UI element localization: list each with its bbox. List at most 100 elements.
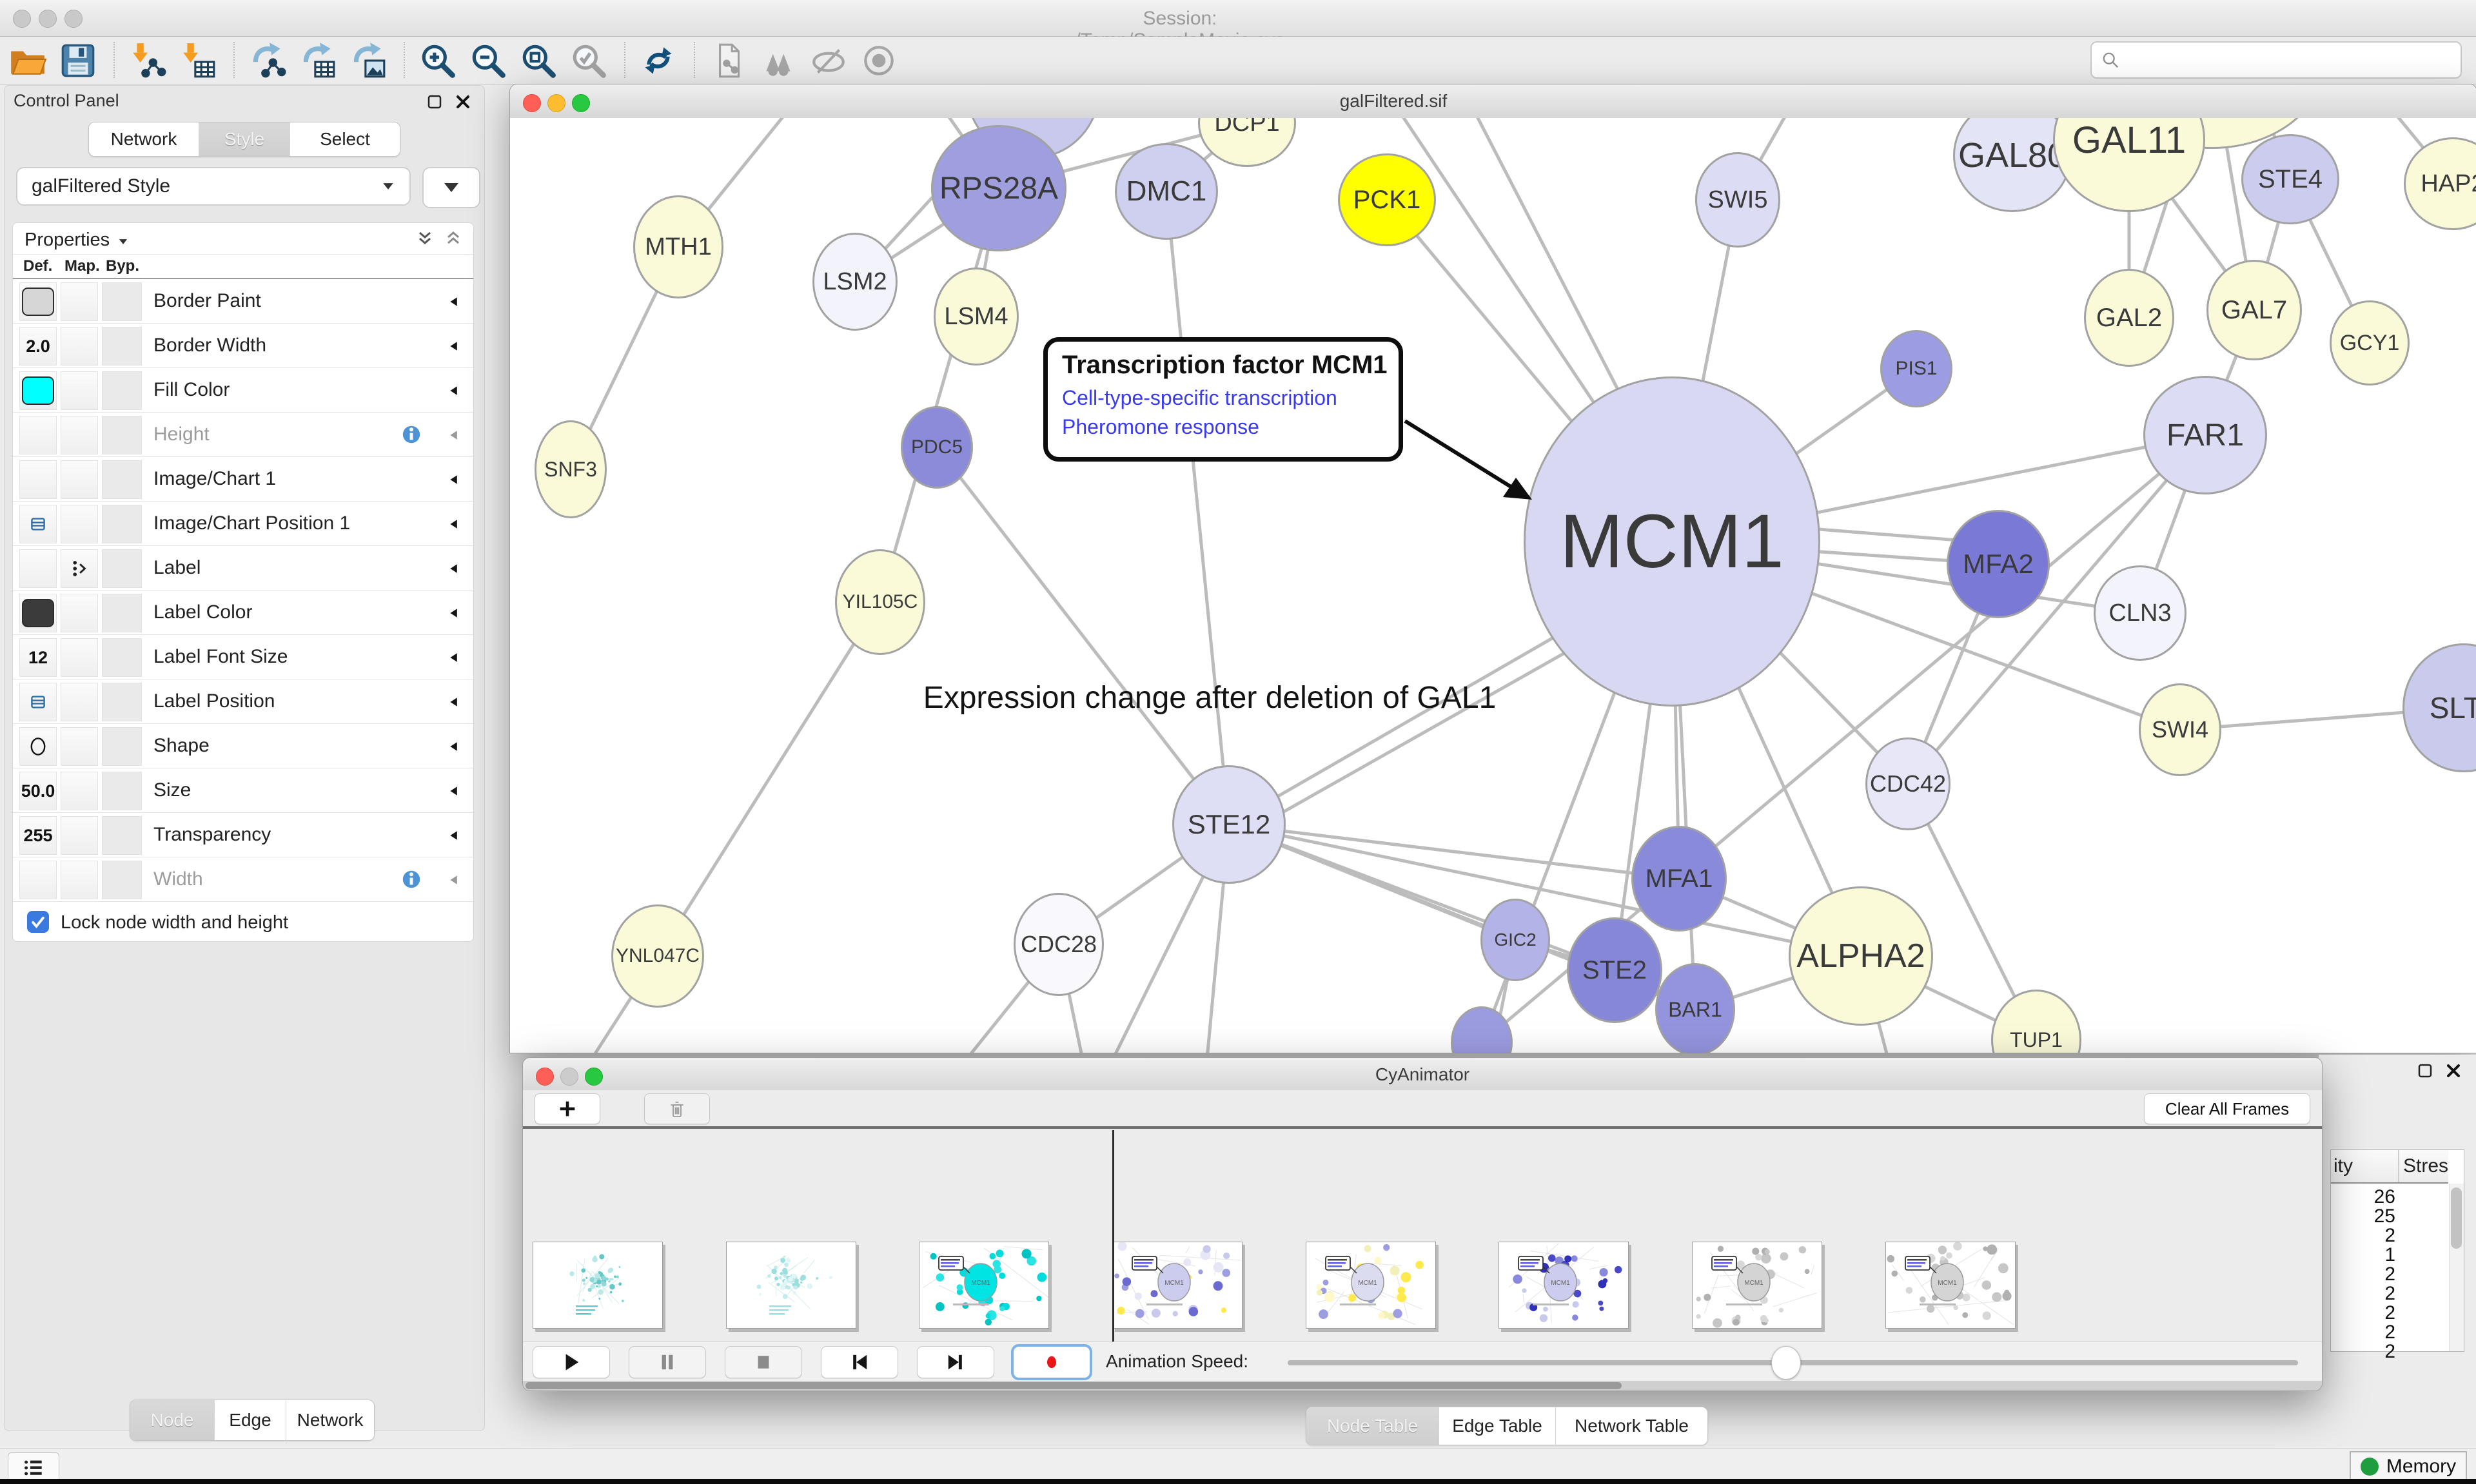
network-node-PCK1[interactable]: PCK1 (1338, 153, 1436, 246)
table-row[interactable]: 2 (2331, 1283, 2395, 1302)
network-node-GCY1[interactable]: GCY1 (2330, 300, 2410, 386)
network-node-DMC1[interactable]: DMC1 (1115, 143, 1218, 240)
style-selector[interactable]: galFiltered Style (16, 167, 411, 206)
network-node-YIL105C[interactable]: YIL105C (835, 549, 925, 655)
close-panel-icon[interactable] (2444, 1061, 2463, 1080)
network-node-RPS28A[interactable]: RPS28A (931, 125, 1066, 251)
tab-edge[interactable]: Edge (215, 1400, 286, 1440)
apply-layout-button[interactable] (638, 41, 678, 81)
network-node-CDC28[interactable]: CDC28 (1014, 893, 1104, 996)
default-cell[interactable]: 50.0 (19, 772, 57, 810)
network-node-YNL047C[interactable]: YNL047C (611, 904, 704, 1008)
mapping-cell[interactable] (61, 638, 98, 677)
table-vertical-scrollbar[interactable] (2449, 1184, 2464, 1351)
memory-status-button[interactable]: Memory (2350, 1451, 2467, 1482)
bypass-cell[interactable] (102, 282, 142, 321)
skip-end-button[interactable] (917, 1346, 994, 1378)
network-node-MFA1[interactable]: MFA1 (1631, 826, 1727, 932)
float-panel-icon[interactable] (2415, 1061, 2435, 1080)
network-node-CLN3[interactable]: CLN3 (2094, 565, 2186, 661)
network-node-SWI4[interactable]: SWI4 (2139, 683, 2221, 776)
export-network-file-button[interactable] (708, 41, 748, 81)
frame-thumbnail-6s[interactable]: MCM1 (1692, 1242, 1822, 1329)
lock-dimensions-checkbox[interactable] (27, 911, 49, 933)
default-cell[interactable] (19, 505, 57, 543)
skip-start-button[interactable] (821, 1346, 898, 1378)
zoom-in-button[interactable] (418, 41, 458, 81)
export-image-button[interactable] (348, 41, 388, 81)
network-node-LSM4[interactable]: LSM4 (934, 268, 1019, 366)
property-row-image-chart-1[interactable]: Image/Chart 1 (13, 457, 473, 502)
expand-property-icon[interactable] (446, 783, 462, 803)
open-session-button[interactable] (8, 41, 48, 81)
network-node-FAR1[interactable]: FAR1 (2143, 376, 2267, 494)
network-node-PIS1[interactable]: PIS1 (1880, 330, 1952, 407)
expand-property-icon[interactable] (446, 338, 462, 358)
network-node-LSM2[interactable]: LSM2 (812, 233, 898, 331)
table-row[interactable]: 26 (2331, 1186, 2395, 1206)
mapping-cell[interactable] (61, 505, 98, 543)
default-cell[interactable] (19, 683, 57, 721)
expand-property-icon[interactable] (446, 827, 462, 847)
cyanimator-timeline[interactable]: MCM1MCM1MCM1MCM1MCM1MCM1 0123456789 Seco… (523, 1129, 2322, 1342)
property-row-shape[interactable]: Shape (13, 724, 473, 768)
birdseye-view-button[interactable] (758, 41, 798, 81)
zoom-selected-button[interactable] (569, 41, 609, 81)
import-table-button[interactable] (178, 41, 218, 81)
table-row[interactable]: 25 (2331, 1206, 2395, 1225)
default-cell[interactable] (19, 282, 57, 321)
bypass-cell[interactable] (102, 505, 142, 543)
minimize-window-icon[interactable] (547, 94, 565, 112)
bypass-cell[interactable] (102, 727, 142, 766)
property-row-height[interactable]: Height (13, 413, 473, 457)
export-network-button[interactable] (248, 41, 288, 81)
network-node-CDC42[interactable]: CDC42 (1865, 737, 1950, 830)
network-node-SNF3[interactable]: SNF3 (535, 420, 607, 518)
zoom-fit-button[interactable] (518, 41, 558, 81)
property-row-size[interactable]: 50.0Size (13, 768, 473, 813)
mapping-cell[interactable] (61, 594, 98, 632)
network-node-GAL7[interactable]: GAL7 (2206, 260, 2302, 360)
stop-button[interactable] (725, 1346, 802, 1378)
network-node-SWI5[interactable]: SWI5 (1695, 152, 1780, 248)
mapping-cell[interactable] (61, 416, 98, 454)
info-icon[interactable] (400, 423, 423, 446)
cyanimator-titlebar[interactable]: CyAnimator (523, 1058, 2322, 1092)
export-table-button[interactable] (298, 41, 338, 81)
info-icon[interactable] (400, 868, 423, 891)
mapping-cell[interactable] (61, 727, 98, 766)
table-row[interactable]: 2 (2331, 1341, 2395, 1360)
network-node-GAL2[interactable]: GAL2 (2084, 269, 2174, 367)
network-node-MCM1[interactable]: MCM1 (1524, 376, 1820, 707)
mapping-cell[interactable] (61, 549, 98, 588)
pause-button[interactable] (629, 1346, 706, 1378)
property-row-label-position[interactable]: Label Position (13, 679, 473, 724)
expand-property-icon[interactable] (446, 471, 462, 491)
import-network-button[interactable] (128, 41, 168, 81)
bypass-cell[interactable] (102, 416, 142, 454)
default-cell[interactable] (19, 371, 57, 410)
property-row-border-paint[interactable]: Border Paint (13, 279, 473, 324)
search-input[interactable] (2121, 46, 2461, 73)
property-row-label-color[interactable]: Label Color (13, 591, 473, 635)
default-cell[interactable] (19, 460, 57, 499)
annotation-link[interactable]: Cell-type-specific transcription (1062, 386, 1399, 410)
zoom-out-button[interactable] (468, 41, 508, 81)
network-canvas[interactable]: DCP1GAL80GAL11RPS28ADMC1PCK1SWI5STE4HAP2… (510, 118, 2476, 1053)
tab-edge-table[interactable]: Edge Table (1439, 1407, 1556, 1445)
scrollbar-thumb[interactable] (526, 1382, 1622, 1389)
tab-network-table[interactable]: Network Table (1556, 1407, 1707, 1445)
hide-graphics-button[interactable] (809, 41, 849, 81)
property-row-fill-color[interactable]: Fill Color (13, 368, 473, 413)
bypass-cell[interactable] (102, 371, 142, 410)
property-row-transparency[interactable]: 255Transparency (13, 813, 473, 857)
bypass-cell[interactable] (102, 816, 142, 855)
table-column-header[interactable]: ity (2334, 1155, 2353, 1177)
network-node-MTH1[interactable]: MTH1 (633, 195, 723, 298)
float-panel-icon[interactable] (425, 92, 444, 112)
expand-property-icon[interactable] (446, 560, 462, 580)
frame-thumbnail-4s[interactable]: MCM1 (1306, 1242, 1436, 1329)
network-node-GIC2[interactable]: GIC2 (1480, 899, 1550, 981)
frame-thumbnail-0s[interactable] (533, 1242, 663, 1329)
bypass-cell[interactable] (102, 683, 142, 721)
